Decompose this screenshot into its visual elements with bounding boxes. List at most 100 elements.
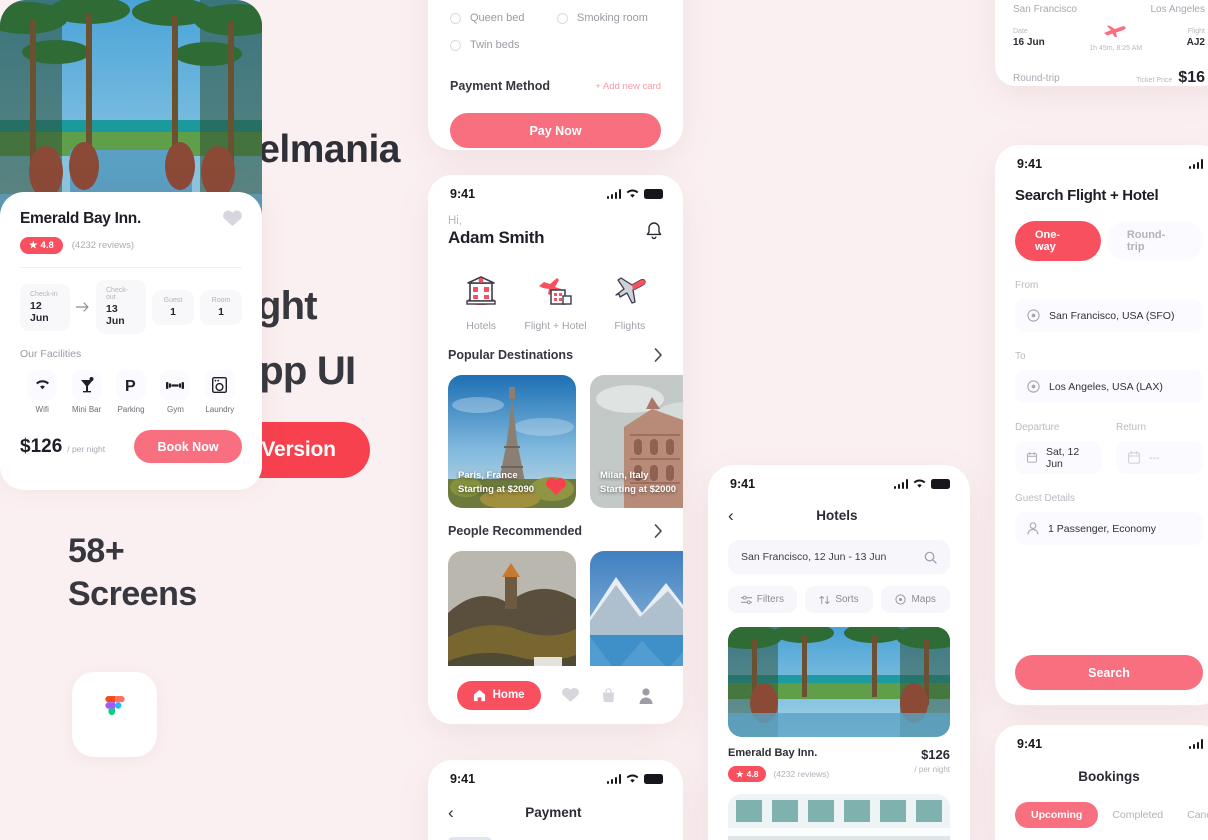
radio-icon	[450, 39, 461, 51]
sorts-chip[interactable]: Sorts	[804, 586, 874, 613]
bottom-tab-bar: Home	[428, 666, 683, 724]
map-pin-icon	[1027, 309, 1040, 322]
status-badge: ★ 4.8	[20, 237, 63, 254]
checkin-field[interactable]: Check-in 12 Jun	[20, 283, 70, 331]
user-name: Adam Smith	[448, 228, 545, 247]
field-label: Check-out	[106, 287, 129, 301]
field-value: 13 Jun	[106, 303, 125, 327]
search-icon[interactable]	[924, 551, 937, 564]
hotel-name: Emerald Bay Inn.	[728, 747, 818, 759]
option-label: Smoking room	[577, 12, 648, 24]
add-new-card-link[interactable]: + Add new card	[595, 81, 661, 92]
recommended-card[interactable]	[448, 551, 576, 681]
bell-icon[interactable]	[645, 221, 663, 241]
hotel-thumbnail	[728, 794, 950, 840]
destination-price: Starting at $2000	[600, 484, 677, 496]
star-icon: ★	[29, 240, 38, 251]
search-input[interactable]: San Francisco, 12 Jun - 13 Jun	[728, 540, 950, 574]
pay-now-button[interactable]: Pay Now	[450, 113, 661, 148]
facilities-title: Our Facilities	[20, 348, 82, 360]
tab-label: Home	[492, 689, 525, 701]
departure-field[interactable]: Sat, 12 Jun	[1015, 441, 1102, 474]
guest-details-field[interactable]: 1 Passenger, Economy	[1015, 512, 1203, 545]
category-flight-hotel[interactable]: Flight + Hotel	[522, 266, 588, 332]
chevron-right-icon[interactable]	[654, 348, 663, 362]
heart-icon[interactable]	[545, 476, 567, 496]
destination-card-paris[interactable]: Paris, France Starting at $2090	[448, 375, 576, 508]
tab-round-trip[interactable]: Round-trip	[1106, 221, 1203, 261]
reviews-count: (4232 reviews)	[71, 240, 135, 251]
tab-upcoming[interactable]: Upcoming	[1015, 802, 1099, 828]
return-value: ---	[1149, 451, 1160, 464]
to-value: Los Angeles, USA (LAX)	[1049, 380, 1163, 393]
tab-cancelled[interactable]: Cancelled	[1177, 802, 1208, 828]
filters-chip[interactable]: Filters	[728, 586, 797, 613]
bed-option-twin[interactable]: Twin beds	[450, 39, 661, 51]
chevron-right-icon[interactable]	[654, 524, 663, 538]
tab-completed[interactable]: Completed	[1102, 802, 1173, 828]
star-icon: ★	[736, 768, 744, 779]
trip-type-tabs: One-way Round-trip	[1015, 221, 1203, 261]
status-badge: ★ 4.8	[728, 766, 767, 782]
destination-caption: Milan, Italy Starting at $2000	[600, 469, 676, 497]
field-label: Guest	[163, 296, 183, 304]
sidebar-item-home[interactable]: Home	[456, 680, 541, 710]
people-recommended-header[interactable]: People Recommended	[448, 524, 663, 538]
parking-icon: P	[116, 370, 147, 400]
svg-text:P: P	[125, 378, 136, 393]
book-now-button[interactable]: Book Now	[134, 430, 242, 463]
status-icons	[606, 774, 663, 784]
wifi-icon	[913, 479, 926, 488]
price-value: $126	[20, 435, 63, 457]
hotel-thumbnail	[728, 627, 950, 737]
price-unit: / per night	[914, 765, 950, 774]
category-hotels[interactable]: Hotels	[448, 266, 514, 332]
guest-field[interactable]: Guest 1	[152, 289, 194, 325]
return-field[interactable]: ---	[1116, 441, 1203, 474]
category-flights[interactable]: Flights	[597, 266, 663, 332]
field-label: Flight	[1187, 28, 1205, 35]
search-button[interactable]: Search	[1015, 655, 1203, 690]
screens-count-block: 58+ Screens	[68, 530, 368, 616]
battery-icon	[644, 774, 663, 784]
table-row[interactable]: Emerald Bay Inn. ★ 4.8 (4232 reviews) $1…	[728, 627, 950, 840]
cocktail-icon	[71, 370, 102, 400]
destination-card-milan[interactable]: Milan, Italy Starting at $2000	[590, 375, 683, 508]
flight-ticket-card[interactable]: San Francisco Los Angeles Date 16 Jun 1h…	[995, 0, 1208, 86]
flight-no-block: Flight AJ2	[1187, 28, 1205, 48]
from-field[interactable]: San Francisco, USA (SFO)	[1015, 299, 1203, 332]
checkout-field[interactable]: Check-out 13 Jun	[96, 280, 146, 334]
departure-label: Departure	[1015, 422, 1060, 433]
status-time: 9:41	[1017, 737, 1043, 751]
chip-label: Sorts	[835, 594, 859, 605]
room-field[interactable]: Room 1	[200, 289, 242, 325]
bed-option-smoking[interactable]: Smoking room	[557, 12, 661, 24]
destination-city: Milan, Italy	[600, 470, 649, 482]
hotel-icon	[448, 266, 514, 316]
figma-badge[interactable]	[72, 672, 157, 757]
facility-gym: Gym	[153, 370, 197, 414]
heart-icon[interactable]	[561, 687, 579, 703]
radio-icon	[557, 12, 568, 24]
popular-destinations-header[interactable]: Popular Destinations	[448, 348, 663, 362]
bag-icon[interactable]	[600, 687, 617, 704]
maps-chip[interactable]: Maps	[881, 586, 951, 613]
status-icons	[893, 479, 950, 489]
home-screen: 9:41 Hi, Adam Smith Hotels Flight + Hote…	[428, 175, 683, 724]
to-field[interactable]: Los Angeles, USA (LAX)	[1015, 370, 1203, 403]
recommended-card[interactable]	[590, 551, 683, 681]
signal-icon	[1188, 739, 1203, 749]
filters-icon	[740, 595, 752, 604]
signal-icon	[606, 774, 621, 784]
bed-option-queen[interactable]: Queen bed	[450, 12, 524, 24]
profile-icon[interactable]	[638, 687, 654, 704]
home-icon	[473, 689, 485, 701]
payment-options-card: Queen bed Smoking room Twin beds Payment…	[428, 0, 683, 150]
payment-screen: 9:41 ‹ Payment	[428, 760, 683, 840]
facility-mini-bar: Mini Bar	[64, 370, 108, 414]
heart-icon[interactable]	[223, 210, 242, 227]
return-label: Return	[1116, 422, 1147, 433]
trip-type: Round-trip	[1013, 72, 1060, 84]
screen-title: Hotels	[816, 508, 858, 523]
tab-one-way[interactable]: One-way	[1015, 221, 1101, 261]
